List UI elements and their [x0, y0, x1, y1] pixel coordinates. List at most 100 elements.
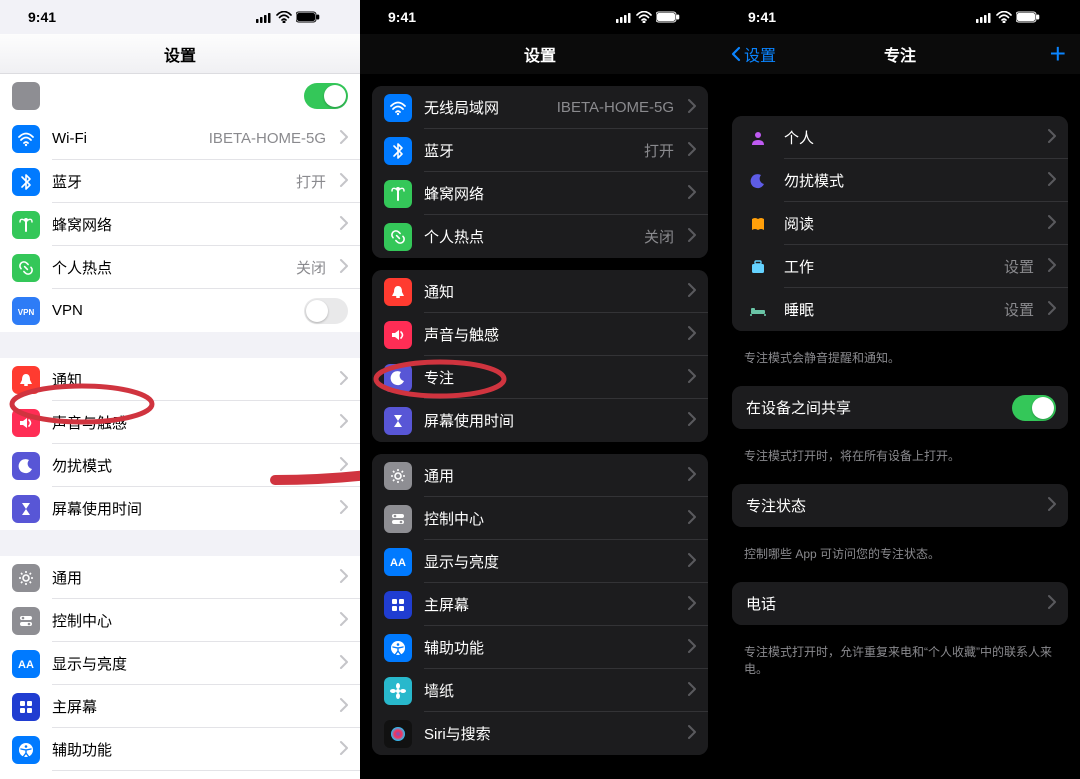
gear-icon	[384, 462, 412, 490]
battery-icon	[656, 11, 680, 23]
settings-row-辅助功能[interactable]: 辅助功能	[372, 626, 708, 669]
siri-icon	[384, 720, 412, 748]
settings-row-控制中心[interactable]: 控制中心	[372, 497, 708, 540]
row-label: 阅读	[784, 213, 1034, 234]
generic-icon	[12, 82, 40, 110]
row-partial[interactable]	[0, 74, 360, 117]
row-label: 显示与亮度	[424, 551, 674, 572]
settings-row-勿扰模式[interactable]: 勿扰模式	[732, 159, 1068, 202]
settings-row-通知[interactable]: 通知	[0, 358, 360, 401]
chevron-icon	[338, 456, 348, 475]
wifi-icon	[384, 94, 412, 122]
settings-row-个人热点[interactable]: 个人热点关闭	[0, 246, 360, 289]
status-footer: 控制哪些 App 可访问您的专注状态。	[720, 539, 1080, 564]
settings-row-Siri与搜索[interactable]: Siri与搜索	[372, 712, 708, 755]
settings-row-专注[interactable]: 专注	[372, 356, 708, 399]
row-label: 声音与触感	[424, 324, 674, 345]
antenna-icon	[384, 180, 412, 208]
chevron-icon	[1046, 128, 1056, 147]
row-label: 显示与亮度	[52, 653, 326, 674]
chevron-icon	[686, 466, 696, 485]
back-button[interactable]: 设置	[730, 42, 776, 66]
chevron-icon	[1046, 257, 1056, 276]
share-label: 在设备之间共享	[746, 397, 1000, 418]
settings-row-个人[interactable]: 个人	[732, 116, 1068, 159]
focus-status-label: 专注状态	[746, 495, 1034, 516]
settings-row-通知[interactable]: 通知	[372, 270, 708, 313]
book-icon	[744, 210, 772, 238]
settings-row-个人热点[interactable]: 个人热点关闭	[372, 215, 708, 258]
row-label: 勿扰模式	[784, 170, 1034, 191]
chevron-icon	[686, 724, 696, 743]
row-label: Wi‑Fi	[52, 130, 197, 147]
settings-row-屏幕使用时间[interactable]: 屏幕使用时间	[372, 399, 708, 442]
chevron-icon	[686, 595, 696, 614]
settings-row-无线局域网[interactable]: 无线局域网IBETA-HOME-5G	[372, 86, 708, 129]
chevron-icon	[338, 568, 348, 587]
toggle[interactable]	[304, 83, 348, 109]
toggle[interactable]	[304, 298, 348, 324]
settings-row-蓝牙[interactable]: 蓝牙打开	[0, 160, 360, 203]
settings-row-声音与触感[interactable]: 声音与触感	[372, 313, 708, 356]
settings-row-主屏幕[interactable]: 主屏幕	[0, 685, 360, 728]
aa-icon	[384, 548, 412, 576]
chevron-icon	[338, 413, 348, 432]
battery-icon	[1016, 11, 1040, 23]
share-across-devices-row[interactable]: 在设备之间共享	[732, 386, 1068, 429]
settings-row-墙纸[interactable]: 墙纸	[372, 669, 708, 712]
row-label: 通知	[52, 369, 326, 390]
moon-icon	[12, 452, 40, 480]
chevron-icon	[338, 258, 348, 277]
settings-row-Wi‑Fi[interactable]: Wi‑FiIBETA-HOME-5G	[0, 117, 360, 160]
settings-row-墙纸[interactable]: 墙纸	[0, 771, 360, 779]
chevron-icon	[338, 654, 348, 673]
settings-row-声音与触感[interactable]: 声音与触感	[0, 401, 360, 444]
row-label: 屏幕使用时间	[52, 498, 326, 519]
chevron-icon	[686, 325, 696, 344]
settings-row-显示与亮度[interactable]: 显示与亮度	[0, 642, 360, 685]
settings-row-工作[interactable]: 工作设置	[732, 245, 1068, 288]
settings-row-辅助功能[interactable]: 辅助功能	[0, 728, 360, 771]
row-value: 设置	[1004, 299, 1034, 320]
briefcase-icon	[744, 253, 772, 281]
moon-icon	[384, 364, 412, 392]
chevron-icon	[686, 681, 696, 700]
link-icon	[12, 254, 40, 282]
settings-row-睡眠[interactable]: 睡眠设置	[732, 288, 1068, 331]
settings-row-蜂窝网络[interactable]: 蜂窝网络	[0, 203, 360, 246]
chevron-icon	[338, 215, 348, 234]
settings-row-主屏幕[interactable]: 主屏幕	[372, 583, 708, 626]
phone-label: 电话	[746, 593, 1034, 614]
settings-row-阅读[interactable]: 阅读	[732, 202, 1068, 245]
chevron-icon	[686, 141, 696, 160]
row-value: 设置	[1004, 256, 1034, 277]
bluetooth-icon	[384, 137, 412, 165]
settings-row-勿扰模式[interactable]: 勿扰模式	[0, 444, 360, 487]
share-toggle[interactable]	[1012, 395, 1056, 421]
settings-row-VPN[interactable]: VPN	[0, 289, 360, 332]
phone-row[interactable]: 电话	[732, 582, 1068, 625]
row-label: 辅助功能	[424, 637, 674, 658]
settings-row-蜂窝网络[interactable]: 蜂窝网络	[372, 172, 708, 215]
row-label: 通用	[52, 567, 326, 588]
chevron-icon	[686, 368, 696, 387]
chevron-icon	[1046, 300, 1056, 319]
person-icon	[744, 124, 772, 152]
row-label: VPN	[52, 302, 292, 319]
add-button[interactable]: +	[1050, 38, 1066, 70]
settings-row-显示与亮度[interactable]: 显示与亮度	[372, 540, 708, 583]
settings-row-通用[interactable]: 通用	[372, 454, 708, 497]
settings-row-屏幕使用时间[interactable]: 屏幕使用时间	[0, 487, 360, 530]
settings-row-蓝牙[interactable]: 蓝牙打开	[372, 129, 708, 172]
navbar: 设置	[0, 34, 360, 74]
settings-row-控制中心[interactable]: 控制中心	[0, 599, 360, 642]
row-label: 通知	[424, 281, 674, 302]
wifi-status-icon	[276, 11, 292, 23]
battery-icon	[296, 11, 320, 23]
row-label: 主屏幕	[424, 594, 674, 615]
bell-icon	[12, 366, 40, 394]
focus-status-row[interactable]: 专注状态	[732, 484, 1068, 527]
settings-row-通用[interactable]: 通用	[0, 556, 360, 599]
switches-icon	[12, 607, 40, 635]
accessibility-icon	[384, 634, 412, 662]
